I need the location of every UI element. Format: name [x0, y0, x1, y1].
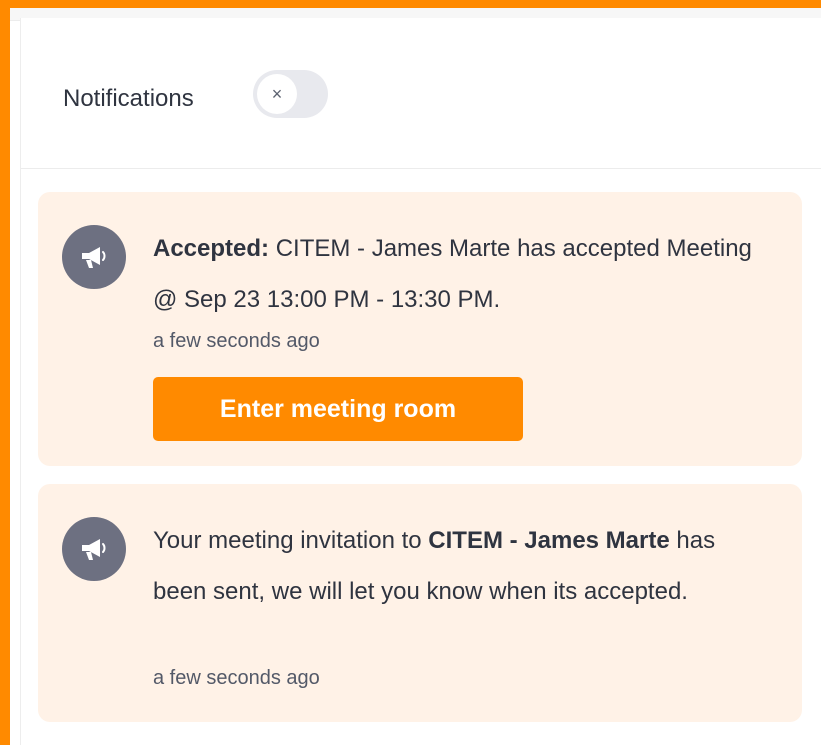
notification-status: Accepted:	[153, 235, 270, 262]
enter-meeting-room-button[interactable]: Enter meeting room	[153, 377, 523, 441]
notification-text-before: Your meeting invitation to	[153, 527, 422, 554]
close-toggle[interactable]: ×	[253, 70, 328, 118]
notifications-header: Notifications ×	[21, 18, 821, 169]
notification-card: Your meeting invitation to CITEM - James…	[38, 484, 802, 722]
notification-message: Accepted: CITEM - James Marte has accept…	[153, 223, 773, 325]
megaphone-icon	[62, 225, 126, 289]
close-button[interactable]: ×	[257, 74, 297, 114]
close-icon: ×	[271, 83, 283, 104]
notifications-panel: Notifications × Accepted: CITEM - James …	[20, 18, 821, 745]
notification-time: a few seconds ago	[153, 330, 320, 352]
notification-card: Accepted: CITEM - James Marte has accept…	[38, 192, 802, 466]
megaphone-icon	[62, 517, 126, 581]
notification-time: a few seconds ago	[153, 667, 320, 689]
notifications-title: Notifications	[63, 85, 194, 112]
notification-recipient: CITEM - James Marte	[428, 527, 670, 554]
notification-message: Your meeting invitation to CITEM - James…	[153, 515, 773, 617]
